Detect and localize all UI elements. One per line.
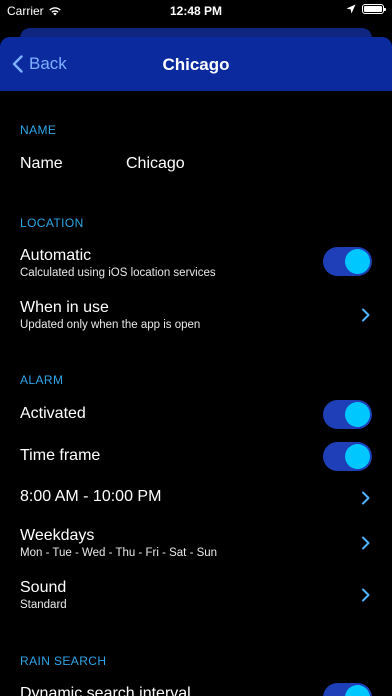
dynamic-search-toggle[interactable]: [323, 683, 372, 696]
section-header-location: LOCATION: [20, 216, 84, 230]
dynamic-search-label: Dynamic search interval: [20, 685, 191, 696]
time-range-row[interactable]: 8:00 AM - 10:00 PM: [0, 481, 392, 515]
section-header-alarm: ALARM: [20, 373, 64, 387]
chevron-right-icon: [362, 308, 370, 322]
location-arrow-icon: [346, 4, 356, 14]
chevron-right-icon: [362, 491, 370, 505]
name-row[interactable]: Name Chicago: [0, 147, 392, 183]
page-title: Chicago: [162, 55, 230, 74]
navigation-bar: Back Chicago: [0, 37, 392, 91]
section-header-name: NAME: [20, 123, 57, 137]
activated-toggle[interactable]: [323, 400, 372, 429]
toggle-knob: [345, 685, 370, 696]
toggle-knob: [345, 402, 370, 427]
battery-icon: [362, 4, 386, 14]
automatic-toggle[interactable]: [323, 247, 372, 276]
status-time: 12:48 PM: [169, 4, 223, 18]
time-frame-row: Time frame: [0, 438, 392, 476]
activated-label: Activated: [20, 405, 86, 422]
activated-row: Activated: [0, 396, 392, 434]
automatic-subtitle: Calculated using iOS location services: [20, 267, 216, 279]
weekdays-subtitle: Mon - Tue - Wed - Thu - Fri - Sat - Sun: [20, 547, 218, 559]
automatic-row: Automatic Calculated using iOS location …: [0, 239, 392, 287]
status-right-icons: [346, 4, 386, 14]
when-in-use-subtitle: Updated only when the app is open: [20, 319, 201, 331]
weekdays-row[interactable]: Weekdays Mon - Tue - Wed - Thu - Fri - S…: [0, 519, 392, 567]
toggle-knob: [345, 249, 370, 274]
time-frame-toggle[interactable]: [323, 442, 372, 471]
status-bar: Carrier 12:48 PM: [0, 0, 392, 22]
when-in-use-label: When in use: [20, 299, 109, 316]
chevron-right-icon: [362, 588, 370, 602]
when-in-use-row[interactable]: When in use Updated only when the app is…: [0, 291, 392, 339]
name-value[interactable]: Chicago: [126, 155, 185, 173]
weekdays-label: Weekdays: [20, 527, 95, 544]
sound-row[interactable]: Sound Standard: [0, 571, 392, 619]
name-label: Name: [20, 155, 63, 172]
dynamic-search-row: Dynamic search interval: [0, 677, 392, 696]
toggle-knob: [345, 444, 370, 469]
chevron-right-icon: [362, 536, 370, 550]
sound-label: Sound: [20, 579, 67, 596]
time-frame-label: Time frame: [20, 447, 101, 464]
time-range-label: 8:00 AM - 10:00 PM: [20, 488, 162, 505]
sound-subtitle: Standard: [20, 599, 67, 611]
section-header-rain-search: RAIN SEARCH: [20, 654, 107, 668]
automatic-label: Automatic: [20, 247, 92, 264]
